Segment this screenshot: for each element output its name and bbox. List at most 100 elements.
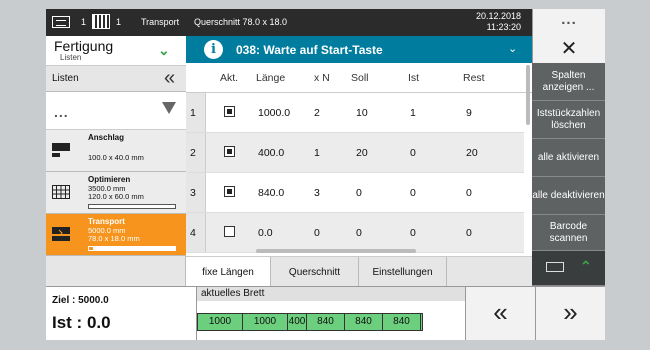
chevron-up-icon: ⌃	[580, 258, 592, 274]
list-item-dimension: 78.0 x 18.0 mm	[88, 234, 140, 243]
vertical-scrollbar[interactable]	[526, 65, 530, 125]
prev-button[interactable]: «	[465, 287, 535, 340]
cell-rest: 20	[466, 147, 478, 159]
board-segment: 840	[307, 314, 345, 330]
lists-label: Listen	[52, 73, 79, 84]
collapse-icon[interactable]: «	[164, 67, 175, 90]
info-icon: i	[204, 40, 223, 59]
barcode-scan-button[interactable]: Barcode scannen	[532, 215, 605, 251]
list-item-anschlag[interactable]: Anschlag 100.0 x 40.0 mm	[46, 130, 186, 172]
cell-rest: 0	[466, 187, 472, 199]
board-segment: 400	[288, 314, 307, 330]
list-item-name: Transport	[88, 217, 125, 226]
cell-ist: 0	[410, 147, 416, 159]
cell-soll: 0	[356, 227, 362, 239]
col-rest: Rest	[463, 72, 485, 84]
cell-n: 1	[314, 147, 320, 159]
cell-n: 2	[314, 107, 320, 119]
board-view: 1000 1000 400 840 840 840	[196, 301, 472, 340]
board-segment: 1000	[198, 314, 243, 330]
table-row[interactable]: 1 1000.0 2 10 1 9	[186, 93, 524, 133]
active-checkbox[interactable]	[224, 186, 235, 197]
list-item-optimieren[interactable]: Optimieren 3500.0 mm 120.0 x 60.0 mm	[46, 172, 186, 214]
board-segment: 1000	[243, 314, 288, 330]
cell-ist: 0	[410, 187, 416, 199]
board-label: aktuelles Brett	[196, 287, 472, 301]
activate-all-button[interactable]: alle aktivieren	[532, 139, 605, 177]
col-n: x N	[314, 72, 330, 84]
mode-label: Transport	[141, 17, 180, 27]
grid-icon	[52, 185, 70, 199]
col-active: Akt.	[220, 72, 239, 84]
cell-soll: 10	[356, 107, 368, 119]
actual-value: Ist : 0.0	[52, 313, 111, 332]
row-number: 2	[186, 133, 206, 172]
show-columns-button[interactable]: Spalten anzeigen ...	[532, 63, 605, 101]
cell-length: 1000.0	[258, 107, 291, 119]
tab-cross-section[interactable]: Querschnitt	[271, 257, 359, 287]
chevron-down-icon: ⌄	[508, 43, 518, 55]
status-bar: 1 1 Transport Querschnitt 78.0 x 18.0 20…	[46, 9, 532, 36]
production-selector[interactable]: Fertigung Listen ⌄	[46, 36, 186, 66]
cell-ist: 1	[410, 107, 416, 119]
deactivate-all-button[interactable]: alle deaktivieren	[532, 177, 605, 215]
col-ist: Ist	[408, 72, 420, 84]
lists-header: Listen «	[46, 66, 186, 92]
cell-length: 0.0	[258, 227, 273, 239]
active-checkbox[interactable]	[224, 146, 235, 157]
more-button[interactable]: ...	[54, 104, 69, 120]
date-text: 20.12.2018	[475, 11, 521, 21]
tab-fixed-lengths[interactable]: fixe Längen	[186, 257, 271, 287]
cell-rest: 0	[466, 227, 472, 239]
table-row[interactable]: 4 0.0 0 0 0 0	[186, 213, 524, 253]
list-item-dimension: 100.0 x 40.0 mm	[88, 153, 144, 162]
cell-length: 840.0	[258, 187, 285, 199]
row-number: 1	[186, 93, 206, 132]
clear-counts-button[interactable]: Iststückzahlen löschen	[532, 101, 605, 139]
chevron-down-icon: ⌄	[158, 42, 170, 58]
production-title: Fertigung	[54, 38, 114, 54]
list-item-transport[interactable]: Transport 5000.0 mm 78.0 x 18.0 mm	[46, 214, 186, 256]
cell-soll: 0	[356, 187, 362, 199]
transport-icon	[52, 227, 70, 241]
close-button[interactable]: ✕	[532, 36, 605, 63]
progress-bar	[88, 246, 176, 251]
filter-icon[interactable]	[162, 102, 176, 114]
keyboard-toggle[interactable]: ⌃	[532, 251, 605, 286]
app-screen: 1 1 Transport Querschnitt 78.0 x 18.0 20…	[46, 9, 605, 340]
list-item-dimension: 120.0 x 60.0 mm	[88, 192, 144, 201]
table-row[interactable]: 3 840.0 3 0 0 0	[186, 173, 524, 213]
menu-button[interactable]: ...	[532, 9, 605, 36]
list-item-name: Optimieren	[88, 175, 131, 184]
message-text: 038: Warte auf Start-Taste	[236, 43, 383, 57]
message-bar[interactable]: i 038: Warte auf Start-Taste ⌄	[186, 36, 532, 63]
target-value: Ziel : 5000.0	[52, 295, 109, 306]
counter-2: 1	[116, 17, 122, 27]
table-header: Akt. Länge x N Soll Ist Rest	[186, 63, 532, 93]
active-checkbox[interactable]	[224, 226, 235, 237]
counter-1: 1	[81, 17, 87, 27]
progress-bar	[88, 204, 176, 209]
cell-rest: 9	[466, 107, 472, 119]
horizontal-scrollbar[interactable]	[256, 249, 416, 253]
cell-length: 400.0	[258, 147, 285, 159]
bottom-panel: Ziel : 5000.0 Ist : 0.0 aktuelles Brett …	[46, 286, 605, 340]
active-checkbox[interactable]	[224, 106, 235, 117]
cell-soll: 20	[356, 147, 368, 159]
cell-n: 3	[314, 187, 320, 199]
table-row[interactable]: 2 400.0 1 20 0 20	[186, 133, 524, 173]
cell-n: 0	[314, 227, 320, 239]
list-item-name: Anschlag	[88, 133, 125, 142]
board-strip: 1000 1000 400 840 840 840	[197, 313, 423, 331]
grid-icon	[92, 14, 110, 29]
board-segment: 840	[345, 314, 383, 330]
sheet-icon	[52, 16, 70, 28]
col-length: Länge	[256, 72, 286, 84]
tab-settings[interactable]: Einstellungen	[359, 257, 447, 287]
keyboard-icon	[546, 262, 564, 272]
time-text: 11:23:20	[486, 22, 521, 32]
next-button[interactable]: »	[535, 287, 605, 340]
stop-icon	[52, 143, 70, 157]
filter-row: ...	[46, 92, 186, 130]
row-number: 4	[186, 213, 206, 252]
